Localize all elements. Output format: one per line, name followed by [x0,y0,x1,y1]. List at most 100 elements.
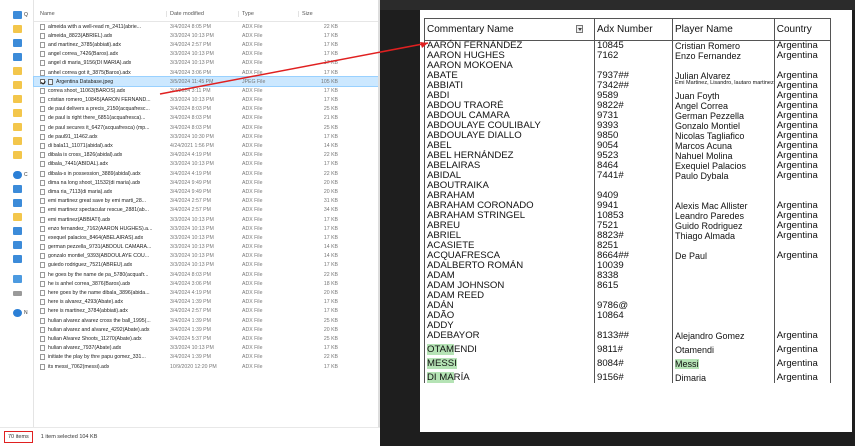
file-icon [40,60,45,67]
file-name-cell: dibala is cross_1826(abidal).adx [34,152,166,159]
file-row[interactable]: emi martinez spectacular rescue_2881(ab.… [34,206,379,215]
nav-item[interactable] [0,182,33,196]
file-row[interactable]: here goes by the name dibala_3896(abida.… [34,288,379,297]
file-row[interactable]: di bala11_11071(abidal).adx 4/24/2021 1:5… [34,141,379,150]
file-row[interactable]: exequel palacios_8464(ABELAIRAS).adx 3/3/… [34,233,379,242]
nav-item[interactable] [0,238,33,252]
nav-item[interactable] [0,134,33,148]
file-date: 3/3/2024 10:13 PM [170,234,214,241]
column-header-type[interactable]: Type [238,11,298,17]
file-row[interactable]: he is anhel correa_3876(Baros).adx 3/4/20… [34,279,379,288]
column-header-date[interactable]: Date modified [166,11,238,17]
country-cell [774,311,831,321]
nav-item[interactable] [0,92,33,106]
file-row[interactable]: cristian romero_10845(AARON FERNAND... 3/… [34,96,379,105]
file-row[interactable]: de paul91_11462.adx 3/3/2024 10:30 PM ADX … [34,132,379,141]
nav-item[interactable] [0,120,33,134]
country-cell: Argentina [774,359,831,369]
file-row[interactable]: de paul delivers a precis_2150(acquafres… [34,105,379,114]
nav-item[interactable] [0,252,33,266]
file-icon [40,161,45,168]
file-name: Argentina Database.jpeg [56,78,114,85]
file-row[interactable]: anhel correa got it_3875(Baros).adx 3/4/2… [34,68,379,77]
blue-icon [13,255,22,263]
nav-item[interactable]: C [0,168,33,182]
file-icon [40,317,45,324]
player-name: Messi [675,359,699,369]
checkbox-icon[interactable] [40,79,45,85]
file-row[interactable]: de paul is right there_6851(acquafresca)… [34,114,379,123]
file-date: 3/3/2024 10:13 PM [170,60,214,67]
file-size: 14 KB [323,244,338,251]
file-row[interactable]: Argentina Database.jpeg 3/5/2024 11:45 PM… [33,76,380,88]
file-name: almeida_8823(ABRIEL).adx [48,32,113,39]
file-size: 17 KB [323,87,338,94]
nav-item[interactable] [0,272,33,286]
file-row[interactable]: hulian alvarez and alvarez_4292(Abate).a… [34,325,379,334]
file-row[interactable]: guiedo rodriguez_7521(ABREU).adx 3/3/2024… [34,261,379,270]
file-row[interactable]: dima na long shoot_11532(di maria).adx 3/… [34,178,379,187]
nav-item[interactable] [0,148,33,162]
file-type: ADX File [242,97,263,104]
nav-item[interactable] [0,196,33,210]
file-row[interactable]: dibala_7441(ABIDAL).adx 3/3/2024 10:13 PM… [34,160,379,169]
file-row[interactable]: enzo fernandez_7162(AARON HUGHES).a... 3/… [34,224,379,233]
nav-item[interactable] [0,210,33,224]
nav-item[interactable] [0,36,33,50]
file-row[interactable]: almeida with a well-read m_2411(abrie...… [34,22,379,31]
file-row[interactable]: dibala is cross_1826(abidal).adx 3/4/2024… [34,151,379,160]
navigation-pane[interactable]: Q C N [0,0,34,446]
file-row[interactable]: hulian Alvarez Shoots_11270(Abate).adx 3/… [34,334,379,343]
file-row[interactable]: he goes by the name de pa_5780(acquafr..… [34,270,379,279]
filter-dropdown-icon[interactable] [575,25,583,33]
nav-item[interactable]: N [0,306,33,320]
file-name: here is alvarez_4293(Abate).adx [48,299,123,306]
file-name: enzo fernandez_7162(AARON HUGHES).a... [48,225,153,232]
nav-item[interactable] [0,106,33,120]
country-cell: Argentina [774,171,831,181]
file-name: de paul secures it_6427(acquafresca) (mp… [48,124,150,131]
file-name: de paul delivers a precis_2150(acquafres… [48,106,150,113]
nav-item[interactable] [0,286,33,300]
nav-item[interactable]: Q [0,8,33,22]
file-row[interactable]: here is alvarez_4293(Abate).adx 3/4/2024 … [34,298,379,307]
file-row[interactable]: here is martinez_3784(abbiati).adx 3/4/20… [34,307,379,316]
adx-number-cell: 7441# [594,171,673,181]
file-type: ADX File [242,363,263,370]
file-row[interactable]: correa shoot_11063(BAROS).adx 3/4/2024 3:… [34,86,379,95]
file-row[interactable]: hulian alvarez alvarez cross the ball_19… [34,316,379,325]
country-cell [774,301,831,311]
file-row[interactable]: german pezzella_9731(ABDOUL CAMARA... 3/3… [34,243,379,252]
file-row[interactable]: emi martinez great save by emi marti_28.… [34,197,379,206]
folder-icon [13,109,22,117]
file-row[interactable]: its messi_7062(messi).adx 10/9/2020 12:20… [34,362,379,371]
blue-icon [13,227,22,235]
nav-item[interactable] [0,64,33,78]
file-size: 17 KB [323,161,338,168]
file-name: hulian alvarez and alvarez_4292(Abate).a… [48,326,150,333]
file-row[interactable]: gonzalo montiel_9393(ABDOULAYE COU... 3/3… [34,252,379,261]
file-row[interactable]: almeida_8823(ABRIEL).adx 3/3/2024 10:13 P… [34,31,379,40]
file-row[interactable]: hulian alvarez_7937(Abate).adx 3/3/2024 1… [34,344,379,353]
file-row[interactable]: and martinez_3785(abbiati).adx 3/4/2024 2… [34,40,379,49]
file-row[interactable]: emi martinez(ABBIATI).adx 3/3/2024 10:13 … [34,215,379,224]
nav-item[interactable] [0,224,33,238]
nav-item[interactable] [0,50,33,64]
file-name: di bala11_11071(abidal).adx [48,143,113,150]
file-name-cell: gonzalo montiel_9393(ABDOULAYE COU... [34,253,166,260]
file-row[interactable]: dima ria_7113(di maria).adx 3/4/2024 9:49… [34,187,379,196]
file-date: 3/4/2024 9:49 PM [170,188,211,195]
commentary-name-cell: MESSI [424,358,595,369]
file-row[interactable]: angel di maria_9156(DI MARIA).adx 3/3/202… [34,59,379,68]
file-row[interactable]: de paul secures it_6427(acquafresca) (mp… [34,123,379,132]
nav-item[interactable] [0,22,33,36]
file-type: ADX File [242,280,263,287]
nav-item[interactable] [0,78,33,92]
column-header-size[interactable]: Size [298,11,344,17]
file-row[interactable]: dibala-s in possession_3889(abidal).adx 3… [34,169,379,178]
file-list-pane: Name Date modified Type Size almeida wit… [33,0,407,446]
column-header-name[interactable]: Name [34,11,166,17]
file-row[interactable]: angel correa_7426(Baros).adx 3/3/2024 10:… [34,50,379,59]
folder-icon [13,95,22,103]
file-row[interactable]: initiate the play by thre papu gomez_331… [34,353,379,362]
